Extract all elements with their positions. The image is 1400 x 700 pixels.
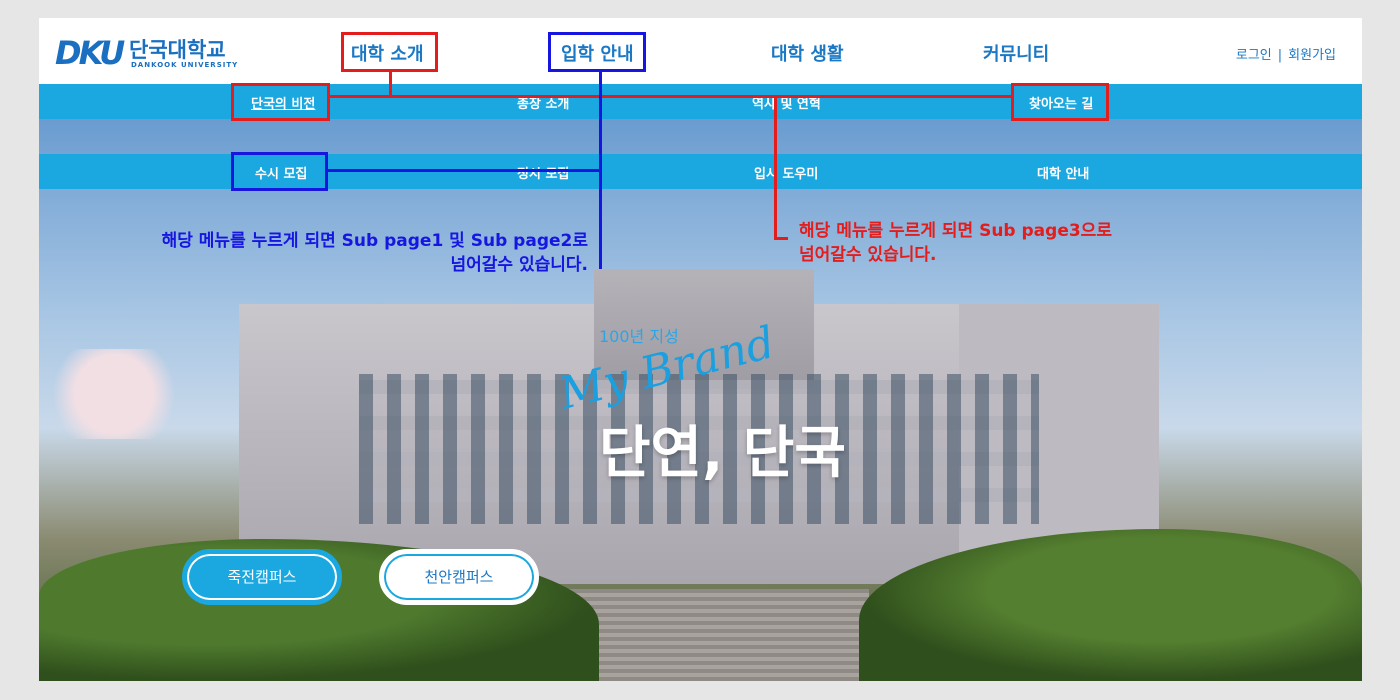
front-stairs	[569, 589, 869, 681]
cherry-blossom	[39, 349, 189, 439]
site-header: DKU 단국대학교 DANKOOK UNIVERSITY 대학 소개 입학 안내…	[39, 18, 1362, 84]
signup-link[interactable]: 회원가입	[1288, 48, 1336, 63]
annotation-note-red-line2: 넘어갈수 있습니다.	[799, 245, 937, 265]
annotation-box-vision	[231, 83, 330, 121]
annotation-box-admission	[548, 32, 646, 72]
annotation-note-blue-line1: 해당 메뉴를 누르게 되면 Sub page1 및 Sub page2로	[161, 231, 588, 251]
annotation-box-directions	[1011, 83, 1109, 121]
logo-name-en: DANKOOK UNIVERSITY	[131, 61, 239, 69]
annotation-note-blue-line2: 넘어갈수 있습니다.	[450, 255, 589, 275]
auth-links: 로그인 | 회원가입	[1236, 44, 1336, 63]
dku-logo[interactable]: DKU 단국대학교 DANKOOK UNIVERSITY	[55, 32, 245, 72]
annotation-line-red-4	[774, 237, 788, 240]
annotation-note-blue: 해당 메뉴를 누르게 되면 Sub page1 및 Sub page2로 넘어갈…	[68, 229, 588, 277]
nav-campus-life[interactable]: 대학 생활	[771, 40, 844, 66]
site-frame: DKU 단국대학교 DANKOOK UNIVERSITY 대학 소개 입학 안내…	[39, 18, 1362, 681]
login-link[interactable]: 로그인	[1236, 48, 1272, 63]
submenu-university-guide[interactable]: 대학 안내	[1037, 163, 1089, 182]
annotation-box-about	[341, 32, 438, 72]
nav-community[interactable]: 커뮤니티	[983, 40, 1049, 66]
cheonan-campus-button[interactable]: 천안캠퍼스	[379, 549, 539, 605]
annotation-line-red-2	[330, 95, 1011, 98]
annotation-note-red-line1: 해당 메뉴를 누르게 되면 Sub page3으로	[799, 221, 1112, 241]
submenu-regular-admission[interactable]: 정시 모집	[517, 163, 569, 182]
logo-mark: DKU	[55, 34, 125, 72]
hero-headline: 단연, 단국	[599, 421, 846, 486]
annotation-box-early-admission	[231, 152, 328, 191]
auth-separator: |	[1277, 48, 1283, 63]
annotation-line-blue-2	[328, 169, 602, 172]
annotation-note-red: 해당 메뉴를 누르게 되면 Sub page3으로 넘어갈수 있습니다.	[799, 219, 1112, 267]
submenu-admission-helper[interactable]: 입시 도우미	[754, 163, 818, 182]
logo-name-ko: 단국대학교	[129, 38, 226, 62]
annotation-line-red-3	[774, 96, 777, 240]
jukjeon-campus-button[interactable]: 죽전캠퍼스	[182, 549, 342, 605]
